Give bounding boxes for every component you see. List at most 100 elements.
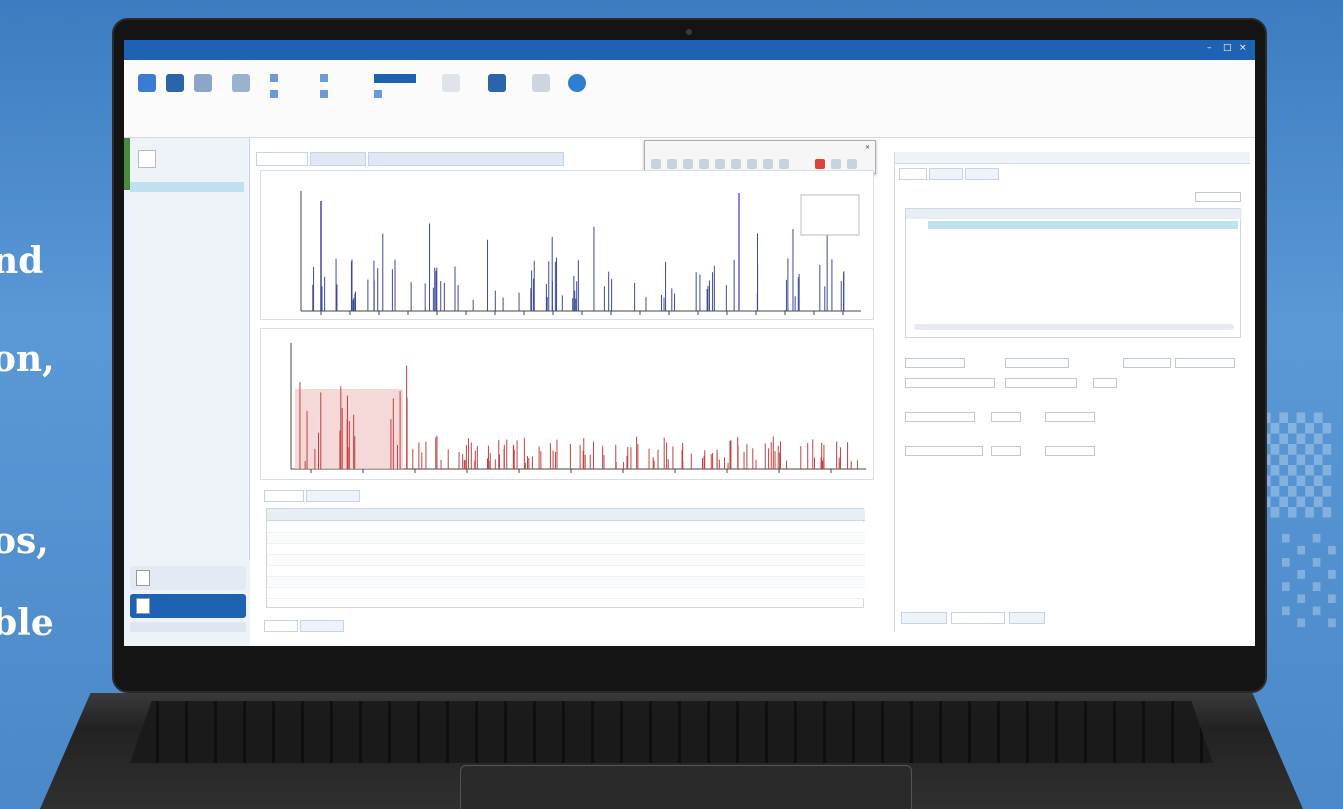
combo-field[interactable]: [1175, 358, 1235, 368]
spectrum-top-panel: [260, 170, 874, 320]
combo-field[interactable]: [905, 358, 965, 368]
table-row[interactable]: [267, 588, 865, 599]
tool-icon[interactable]: [779, 159, 789, 169]
spectrum-bottom-chart[interactable]: [261, 329, 873, 479]
trackpad: [460, 765, 912, 809]
peak-list-header: [906, 209, 1242, 219]
footer-tab[interactable]: [264, 620, 298, 632]
combo-field[interactable]: [1005, 378, 1077, 388]
keyboard: [130, 701, 1213, 763]
tool-icon[interactable]: [847, 159, 857, 169]
tool-icon[interactable]: [731, 159, 741, 169]
right-footer-tab[interactable]: [1009, 612, 1045, 624]
scrollbar[interactable]: [914, 324, 1234, 330]
peak-list: [905, 208, 1242, 338]
float-toolbar: ×: [644, 140, 876, 174]
tool-icon[interactable]: [667, 159, 677, 169]
tree-item-selected[interactable]: [130, 182, 244, 192]
project-icon: [138, 150, 156, 168]
combo-field[interactable]: [1093, 378, 1117, 388]
laptop-lid: – □ × ×: [112, 18, 1267, 693]
table-row[interactable]: [267, 555, 865, 566]
tool-icon[interactable]: [651, 159, 661, 169]
promo-text-line-3: os,: [0, 520, 49, 562]
right-tab[interactable]: [899, 168, 927, 180]
tools-button[interactable]: [480, 74, 514, 120]
table-tab[interactable]: [306, 490, 360, 502]
combo-field[interactable]: [905, 412, 975, 422]
maximize-icon[interactable]: □: [1223, 43, 1232, 53]
nav-item-folder[interactable]: [130, 566, 246, 590]
nav-item-document[interactable]: [130, 594, 246, 618]
search-icon: [532, 74, 550, 92]
laptop-base: [40, 693, 1303, 809]
ribbon-small-item[interactable]: [374, 90, 385, 98]
combo-field[interactable]: [991, 446, 1021, 456]
right-panel: [894, 152, 1250, 632]
right-tab[interactable]: [929, 168, 963, 180]
combo-field[interactable]: [991, 412, 1021, 422]
close-icon[interactable]: ×: [1239, 43, 1247, 53]
combo-field[interactable]: [905, 378, 995, 388]
ribbon: [124, 60, 1255, 138]
close-icon[interactable]: ×: [865, 144, 870, 151]
search-button[interactable]: [524, 74, 558, 120]
combo-field[interactable]: [1123, 358, 1171, 368]
document-button[interactable]: [434, 74, 468, 120]
doc-tab[interactable]: [310, 152, 366, 166]
table-header: [267, 509, 865, 521]
table-tab[interactable]: [264, 490, 304, 502]
left-nav-bottom: [124, 560, 250, 646]
doc-tab[interactable]: [256, 152, 308, 166]
footer-tab[interactable]: [300, 620, 344, 632]
doc-icon: [442, 74, 460, 92]
app-window: – □ × ×: [124, 40, 1255, 646]
webcam: [686, 29, 692, 35]
help-button[interactable]: [560, 74, 594, 120]
database-button[interactable]: [186, 74, 220, 120]
ribbon-small-item[interactable]: [270, 90, 281, 98]
ribbon-small-item[interactable]: [320, 74, 331, 82]
combo-field[interactable]: [1045, 446, 1095, 456]
tool-icon[interactable]: [831, 159, 841, 169]
combo-field[interactable]: [1045, 412, 1095, 422]
background-glyph: ░: [1282, 533, 1343, 627]
right-panel-header: [895, 152, 1250, 164]
ribbon-small-item-active[interactable]: [374, 74, 416, 83]
tool-icon[interactable]: [747, 159, 757, 169]
table-row[interactable]: [267, 522, 865, 533]
spectrum-bottom-panel: [260, 328, 874, 480]
tool-icon[interactable]: [699, 159, 709, 169]
right-footer-tab[interactable]: [901, 612, 947, 624]
promo-text-line-4: ble: [0, 602, 54, 644]
tool-icon[interactable]: [683, 159, 693, 169]
table-row[interactable]: [267, 566, 865, 577]
database-icon: [194, 74, 212, 92]
tool-icon[interactable]: [763, 159, 773, 169]
grid-button[interactable]: [224, 74, 258, 120]
title-bar: – □ ×: [124, 40, 1255, 60]
table-row[interactable]: [267, 533, 865, 544]
promo-text-line-2: on,: [0, 338, 55, 380]
chart-icon: [166, 74, 184, 92]
peak-list-selected-row[interactable]: [928, 221, 1238, 229]
table-row[interactable]: [267, 544, 865, 555]
tool-icon[interactable]: [715, 159, 725, 169]
combo-field[interactable]: [905, 446, 983, 456]
dropdown[interactable]: [1195, 192, 1241, 202]
folder-icon: [136, 570, 150, 586]
right-tab[interactable]: [965, 168, 999, 180]
doc-tab[interactable]: [368, 152, 564, 166]
spectrum-top-chart[interactable]: [261, 171, 873, 319]
grid-icon: [232, 74, 250, 92]
ribbon-small-item[interactable]: [320, 90, 331, 98]
right-footer-tab[interactable]: [951, 612, 1005, 624]
combo-field[interactable]: [1005, 358, 1069, 368]
ribbon-small-item[interactable]: [270, 74, 281, 82]
promo-text-line-1: nd: [0, 240, 44, 282]
delete-icon[interactable]: [815, 159, 825, 169]
results-table: [266, 508, 865, 608]
minimize-icon[interactable]: –: [1207, 43, 1212, 53]
file-icon: [138, 74, 156, 92]
table-row[interactable]: [267, 577, 865, 588]
